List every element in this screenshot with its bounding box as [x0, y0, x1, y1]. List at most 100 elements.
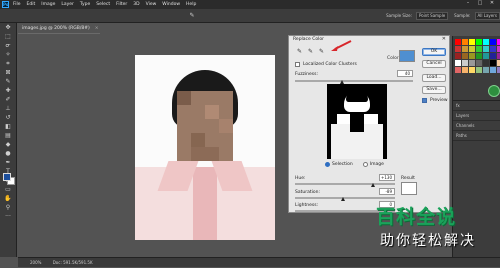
color-swatch[interactable]: [462, 39, 468, 45]
menu-3d[interactable]: 3D: [133, 2, 139, 7]
color-swatch[interactable]: [455, 60, 461, 66]
load-button[interactable]: Load...: [422, 74, 446, 82]
color-swatch[interactable]: [476, 60, 482, 66]
image-radio[interactable]: [362, 162, 368, 167]
menu-filter[interactable]: Filter: [116, 2, 127, 7]
color-swatch[interactable]: [490, 53, 496, 59]
preview-checkbox[interactable]: [422, 98, 427, 103]
color-swatch[interactable]: [476, 67, 482, 73]
gradient-tool-icon[interactable]: ▤: [2, 132, 15, 140]
eyedropper-plus-icon[interactable]: ✎: [306, 48, 315, 56]
color-swatch[interactable]: [455, 39, 461, 45]
brush-tool-icon[interactable]: ✐: [2, 96, 15, 104]
color-swatch[interactable]: [469, 53, 475, 59]
color-swatch[interactable]: [455, 46, 461, 52]
ok-button[interactable]: OK: [422, 48, 446, 56]
color-swatch[interactable]: [469, 67, 475, 73]
lasso-tool-icon[interactable]: ᓂ: [2, 42, 15, 50]
foreground-color-swatch[interactable]: [3, 173, 11, 181]
color-swatch[interactable]: [483, 67, 489, 73]
color-swatch[interactable]: [483, 53, 489, 59]
document-tab[interactable]: images.jpg @ 200% (RGB/8#) ×: [18, 24, 100, 34]
shape-tool-icon[interactable]: ▭: [2, 186, 15, 194]
color-swatch[interactable]: [469, 39, 475, 45]
menu-window[interactable]: Window: [162, 2, 180, 7]
hue-slider-thumb[interactable]: [371, 183, 375, 187]
fuzziness-slider-track[interactable]: [295, 80, 413, 82]
minimize-button[interactable]: –: [462, 0, 474, 6]
result-color-swatch[interactable]: [401, 182, 417, 195]
color-swatch[interactable]: [469, 60, 475, 66]
color-swatch[interactable]: [483, 39, 489, 45]
menu-layer[interactable]: Layer: [61, 2, 74, 7]
menu-help[interactable]: Help: [186, 2, 196, 7]
more-tools-icon[interactable]: ···: [2, 213, 15, 221]
menu-file[interactable]: File: [13, 2, 21, 7]
eyedropper-tool-icon[interactable]: ✎: [2, 78, 15, 86]
saturation-slider-track[interactable]: [295, 197, 395, 199]
color-swatch[interactable]: [462, 53, 468, 59]
color-swatch[interactable]: [490, 67, 496, 73]
move-tool-icon[interactable]: ✥: [2, 24, 15, 32]
color-swatch[interactable]: [476, 53, 482, 59]
sample-select[interactable]: All Layers: [474, 11, 500, 20]
eyedropper-icon[interactable]: ✎: [186, 12, 199, 20]
color-swatch[interactable]: [483, 46, 489, 52]
saturation-input[interactable]: -89: [379, 188, 395, 195]
color-swatch[interactable]: [462, 46, 468, 52]
close-window-button[interactable]: ✕: [486, 0, 498, 6]
sample-size-select[interactable]: Point Sample: [415, 11, 449, 20]
marquee-tool-icon[interactable]: ⬚: [2, 33, 15, 41]
panel-row-channels[interactable]: Channels: [453, 121, 500, 131]
color-swatch[interactable]: [455, 53, 461, 59]
frame-tool-icon[interactable]: ⊠: [2, 69, 15, 77]
pen-tool-icon[interactable]: ✒: [2, 159, 15, 167]
dodge-tool-icon[interactable]: ●: [2, 150, 15, 158]
color-swatch[interactable]: [483, 60, 489, 66]
healing-brush-icon[interactable]: ✚: [2, 87, 15, 95]
menu-type[interactable]: Type: [80, 2, 90, 7]
crop-tool-icon[interactable]: ⌗: [2, 60, 15, 68]
hue-input[interactable]: +130: [379, 174, 395, 181]
clone-stamp-icon[interactable]: ⊥: [2, 105, 15, 113]
close-tab-icon[interactable]: ×: [95, 26, 99, 31]
color-swatch[interactable]: [490, 46, 496, 52]
color-swatch[interactable]: [476, 46, 482, 52]
fuzziness-input[interactable]: 40: [397, 70, 413, 77]
color-swatch[interactable]: [462, 67, 468, 73]
localized-clusters-row[interactable]: Localized Color Clusters: [295, 62, 357, 67]
color-swatch[interactable]: [476, 39, 482, 45]
preview-checkbox-row[interactable]: Preview: [422, 98, 448, 103]
menu-select[interactable]: Select: [96, 2, 110, 7]
green-circle-icon[interactable]: [488, 85, 500, 97]
menu-view[interactable]: View: [146, 2, 157, 7]
eyedropper-minus-icon[interactable]: ✎: [317, 48, 326, 56]
blur-tool-icon[interactable]: ◆: [2, 141, 15, 149]
cancel-button[interactable]: Cancel: [422, 60, 446, 68]
color-swatch[interactable]: [490, 60, 496, 66]
zoom-tool-icon[interactable]: ⚲: [2, 204, 15, 212]
eyedropper-icon[interactable]: ✎: [295, 48, 304, 56]
color-swatch[interactable]: [490, 39, 496, 45]
panel-row-layers[interactable]: Layers: [453, 111, 500, 121]
hue-slider-track[interactable]: [295, 183, 395, 185]
menu-image[interactable]: Image: [41, 2, 55, 7]
panel-row-paths[interactable]: Paths: [453, 131, 500, 141]
color-swatch[interactable]: [455, 67, 461, 73]
maximize-button[interactable]: □: [474, 0, 486, 6]
color-swatch[interactable]: [469, 46, 475, 52]
color-swatch[interactable]: [462, 60, 468, 66]
localized-clusters-checkbox[interactable]: [295, 62, 300, 67]
hand-tool-icon[interactable]: ✋: [2, 195, 15, 203]
selected-color-swatch[interactable]: [399, 50, 415, 62]
menu-edit[interactable]: Edit: [27, 2, 36, 7]
eraser-tool-icon[interactable]: ◧: [2, 123, 15, 131]
history-brush-icon[interactable]: ↺: [2, 114, 15, 122]
zoom-level[interactable]: 200%: [30, 260, 41, 265]
panel-row-fx[interactable]: fx: [453, 101, 500, 111]
dialog-close-icon[interactable]: ✕: [442, 36, 446, 42]
quick-select-tool-icon[interactable]: ✧: [2, 51, 15, 59]
selection-radio[interactable]: [325, 162, 330, 167]
canvas-image[interactable]: [135, 55, 275, 240]
saturation-slider-thumb[interactable]: [341, 197, 345, 201]
